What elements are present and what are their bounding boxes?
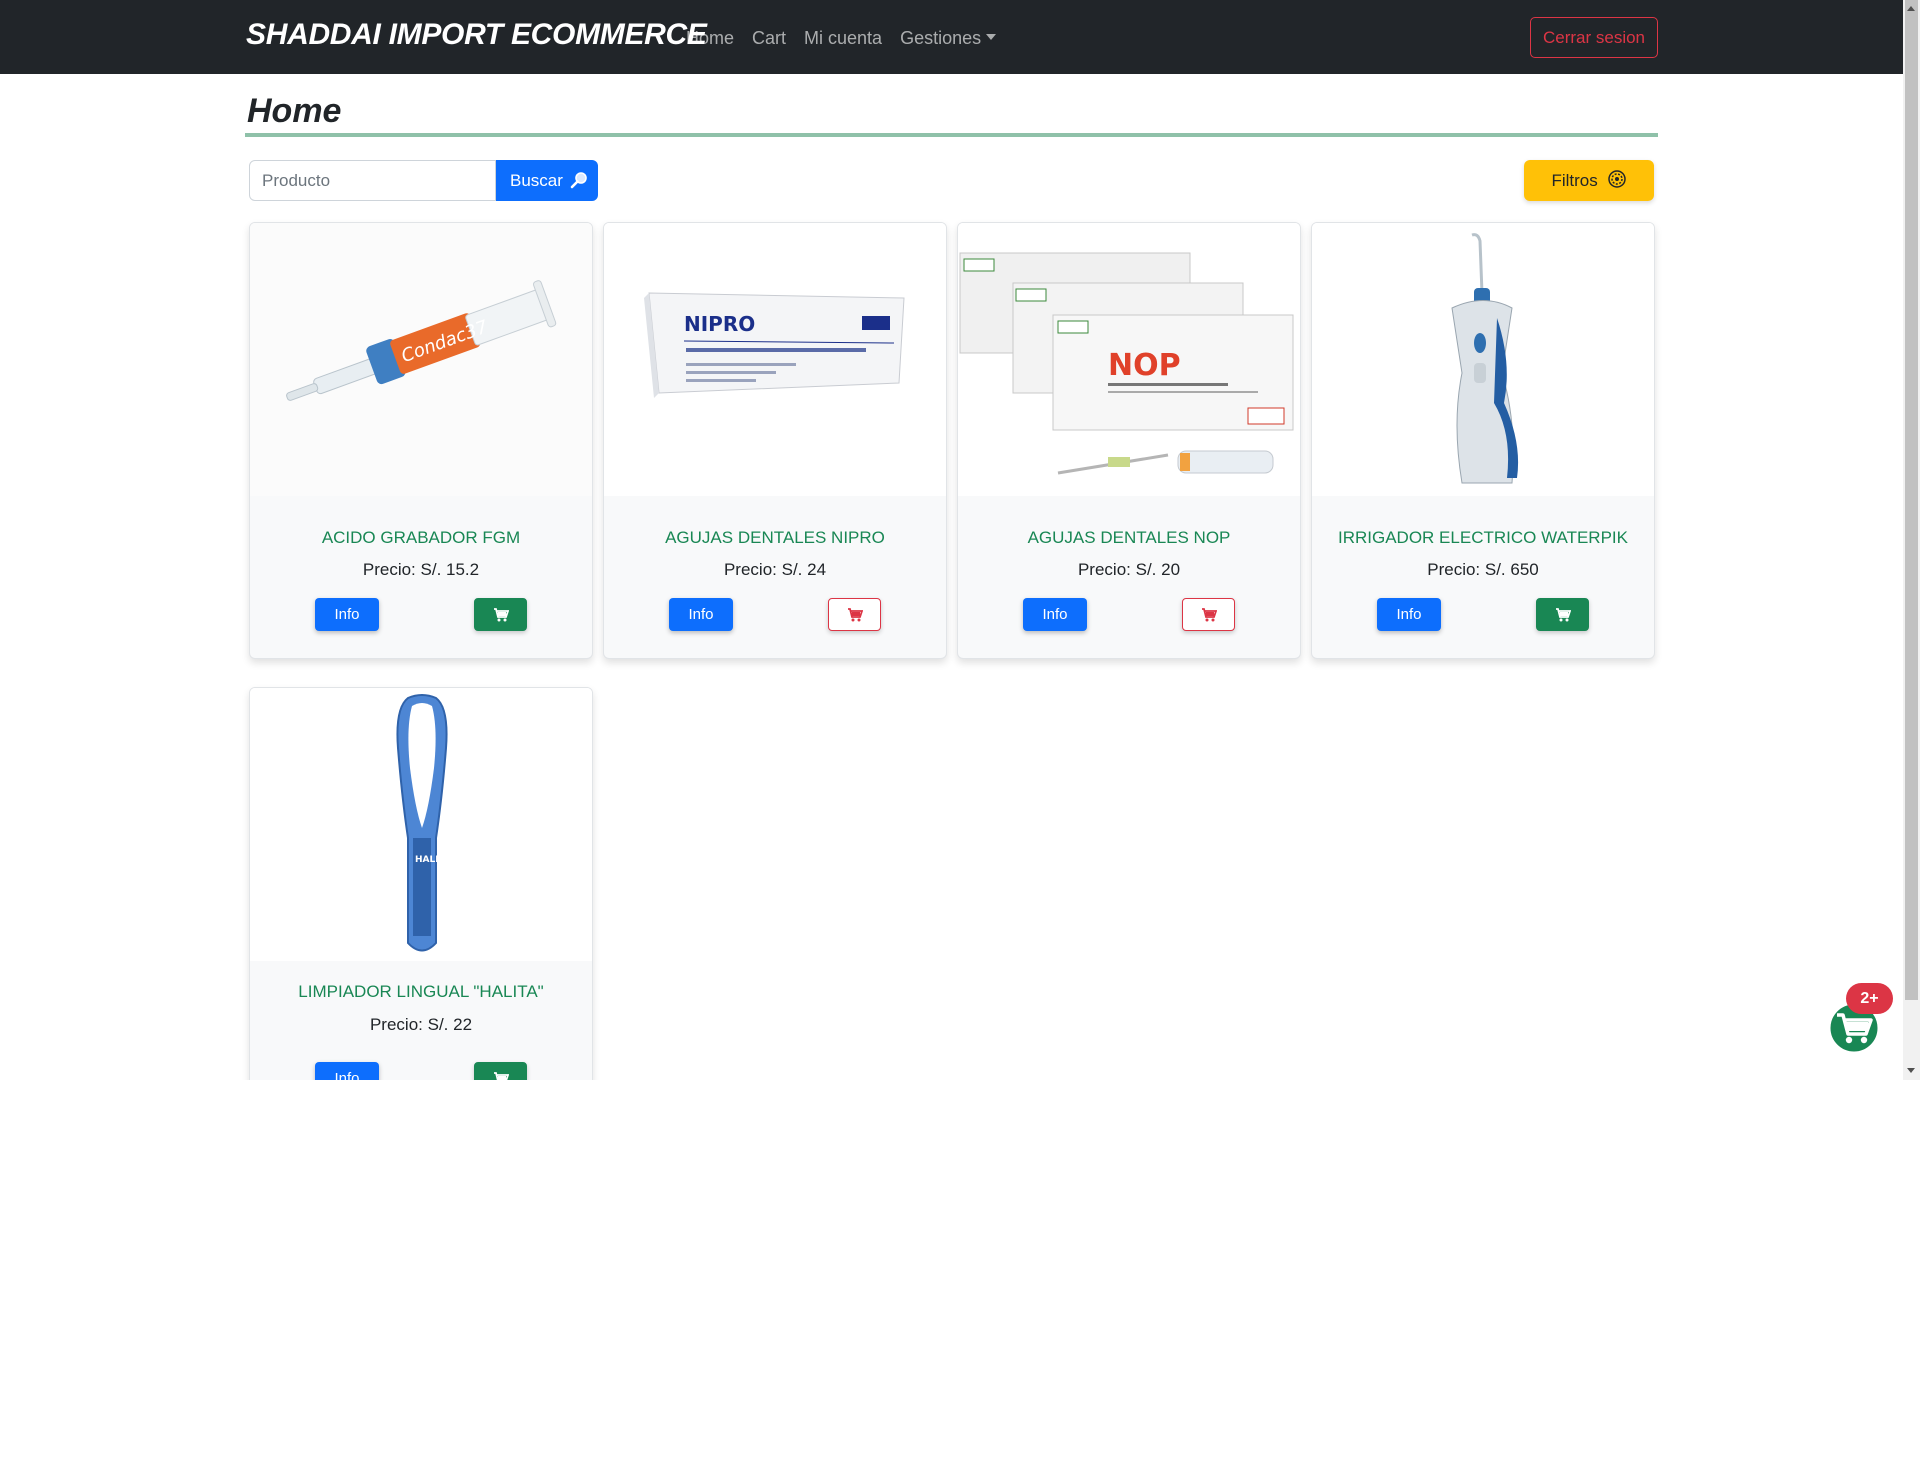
remove-from-cart-button[interactable] [1182,598,1235,631]
product-card: NOP AGUJAS DENTALES NOP Precio: S/. 20 I… [957,222,1301,659]
product-name[interactable]: AGUJAS DENTALES NOP [958,528,1300,548]
nav-link-cart[interactable]: Cart [752,28,786,49]
cart-icon [493,607,509,621]
search-button[interactable]: Buscar [496,160,598,201]
page-scrollbar[interactable] [1903,0,1920,1080]
gear-icon [1607,163,1627,204]
page-title: Home [247,92,342,130]
title-divider [245,133,1658,137]
product-price: Precio: S/. 24 [723,560,827,579]
info-button[interactable]: Info [1023,598,1087,631]
product-card: HALITA LIMPIADOR LINGUAL "HALITA" Precio… [249,687,593,1080]
info-button[interactable]: Info [315,598,379,631]
product-image-nipro-box[interactable]: NIPRO [604,223,946,496]
product-name[interactable]: ACIDO GRABADOR FGM [250,528,592,548]
product-name[interactable]: IRRIGADOR ELECTRICO WATERPIK [1312,528,1654,548]
nipro-brand-text: NIPRO [684,312,755,336]
info-button[interactable]: Info [669,598,733,631]
filter-button[interactable]: Filtros [1524,160,1654,201]
product-image-tongue-cleaner[interactable]: HALITA [250,688,592,961]
product-price: Precio: S/. 20 [1077,560,1181,579]
tongue-cleaner-brand-text: HALITA [415,855,451,865]
navbar: SHADDAI IMPORT ECOMMERCE Home Cart Mi cu… [0,0,1903,74]
cart-icon [493,1071,509,1080]
product-price: Precio: S/. 650 [1427,560,1539,579]
nop-brand-text: NOP [1108,348,1181,383]
product-price: Precio: S/. 22 [369,1015,473,1034]
search-button-label: Buscar [510,171,563,190]
product-image-nop-boxes[interactable]: NOP [958,223,1300,496]
cart-icon [847,607,863,621]
nav-link-mi-cuenta[interactable]: Mi cuenta [804,28,882,49]
product-image-syringe[interactable]: Condac37 [250,223,592,496]
nav-link-home[interactable]: Home [686,28,734,49]
logout-button[interactable]: Cerrar sesion [1530,17,1658,58]
product-card: IRRIGADOR ELECTRICO WATERPIK Precio: S/.… [1311,222,1655,659]
scroll-up-arrow-icon[interactable] [1907,6,1915,11]
scroll-down-arrow-icon[interactable] [1907,1068,1915,1073]
add-to-cart-button[interactable] [474,1062,527,1080]
cart-icon [1555,607,1571,621]
product-name[interactable]: LIMPIADOR LINGUAL "HALITA" [250,982,592,1002]
product-card: NIPRO AGUJAS DENTALES NIPRO Precio: S/. … [603,222,947,659]
magnifier-icon [570,163,588,204]
nav-dropdown-gestiones[interactable]: Gestiones [900,28,996,49]
product-card: Condac37 ACIDO GRABADOR FGM Precio: S/. … [249,222,593,659]
cart-count-badge: 2+ [1846,983,1893,1014]
product-price: Precio: S/. 15.2 [362,560,480,579]
browser-viewport: SHADDAI IMPORT ECOMMERCE Home Cart Mi cu… [0,0,1920,1080]
search-input[interactable] [249,160,496,201]
product-name[interactable]: AGUJAS DENTALES NIPRO [604,528,946,548]
cart-icon [1201,607,1217,621]
info-button[interactable]: Info [1377,598,1441,631]
product-image-water-flosser[interactable] [1312,223,1654,496]
nav-links: Home Cart Mi cuenta Gestiones [686,28,1014,49]
add-to-cart-button[interactable] [474,598,527,631]
remove-from-cart-button[interactable] [828,598,881,631]
brand-logo[interactable]: SHADDAI IMPORT ECOMMERCE [246,18,707,52]
add-to-cart-button[interactable] [1536,598,1589,631]
scrollbar-thumb[interactable] [1905,0,1918,1000]
info-button[interactable]: Info [315,1062,379,1080]
filter-button-label: Filtros [1551,171,1598,190]
